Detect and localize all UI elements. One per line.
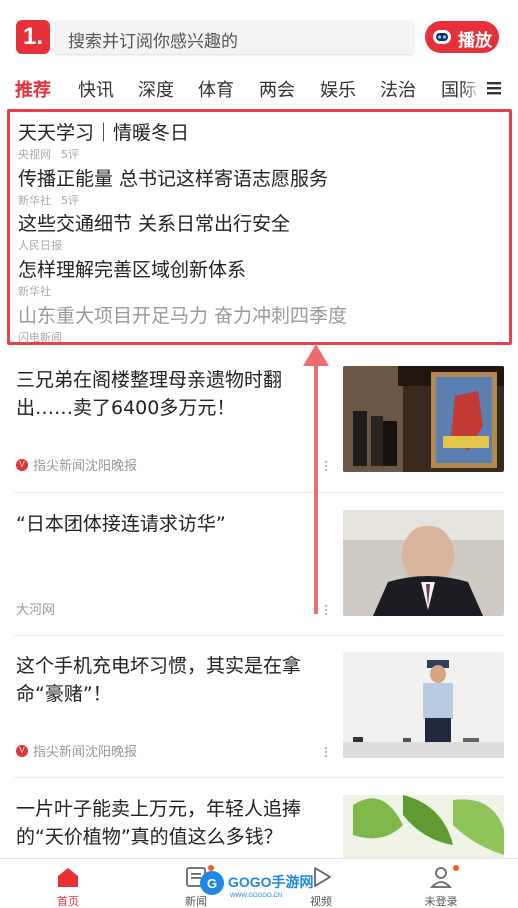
headline-title: 传播正能量 总书记这样寄语志愿服务 — [18, 168, 329, 190]
app-screen: 1. 搜索并订阅你感兴趣的 播放 推荐 快讯 深度 体育 两会 娱乐 法治 国际 — [0, 0, 518, 908]
headline-item[interactable]: 怎样理解完善区域创新体系 新华社 — [18, 255, 246, 299]
tab-flash[interactable]: 快讯 — [78, 76, 114, 102]
headline-meta: 闪电新闻 — [18, 329, 347, 345]
divider — [14, 777, 504, 778]
user-icon — [429, 867, 453, 888]
headline-item[interactable]: 天天学习｜情暖冬日 央视网 5评 — [18, 118, 189, 162]
nav-home-label: 首页 — [57, 895, 79, 908]
news-thumbnail[interactable] — [343, 652, 504, 758]
news-item[interactable]: “日本团体接连请求访华” 大河网 — [16, 510, 504, 630]
headline-meta: 央视网 5评 — [18, 146, 189, 162]
news-item[interactable]: 三兄弟在阁楼整理母亲遗物时翻出……卖了6400多万元！ V 指尖新闻沈阳晚报 — [16, 366, 504, 486]
home-icon — [58, 868, 78, 887]
verified-badge-icon: V — [16, 744, 28, 757]
headline-title: 这些交通细节 关系日常出行安全 — [18, 213, 291, 235]
annotation-arrow — [303, 344, 329, 614]
verified-badge-icon: V — [16, 458, 28, 471]
menu-icon[interactable] — [484, 77, 506, 99]
news-item[interactable]: 一片叶子能卖上万元，年轻人追捧的“天价植物”真的值这么多钱？ — [16, 795, 504, 858]
headline-source: 央视网 — [18, 148, 51, 161]
headline-item[interactable]: 山东重大项目开足马力 奋力冲刺四季度 闪电新闻 — [18, 301, 347, 345]
notification-dot — [453, 865, 459, 871]
headline-source: 人民日报 — [18, 239, 62, 252]
svg-text:GOGO手游网: GOGO手游网 — [228, 874, 314, 890]
tab-entertainment[interactable]: 娱乐 — [320, 76, 356, 102]
headline-meta: 人民日报 — [18, 237, 290, 253]
news-thumbnail[interactable] — [343, 795, 504, 858]
tab-recommend[interactable]: 推荐 — [15, 76, 51, 102]
svg-text:WWW.GOGGO.CN: WWW.GOGGO.CN — [230, 893, 282, 899]
news-title: 一片叶子能卖上万元，年轻人追捧的“天价植物”真的值这么多钱？ — [16, 798, 302, 848]
news-source-row: 大河网 — [16, 599, 55, 618]
headline-comments: 5评 — [61, 194, 79, 207]
tab-fade — [462, 68, 482, 108]
headline-title: 天天学习｜情暖冬日 — [18, 122, 190, 144]
tab-two-sessions[interactable]: 两会 — [259, 76, 295, 102]
headline-title: 怎样理解完善区域创新体系 — [18, 259, 247, 281]
channel-tabs: 推荐 快讯 深度 体育 两会 娱乐 法治 国际 — [0, 68, 518, 108]
headline-item[interactable]: 传播正能量 总书记这样寄语志愿服务 新华社 5评 — [18, 164, 328, 208]
headline-meta: 新华社 — [18, 283, 246, 299]
news-source: 指尖新闻沈阳晚报 — [33, 459, 138, 474]
tab-sports[interactable]: 体育 — [198, 76, 234, 102]
nav-profile[interactable]: 未登录 — [401, 859, 481, 908]
news-thumbnail[interactable] — [343, 366, 504, 472]
news-source-row: V 指尖新闻沈阳晚报 — [16, 455, 137, 474]
news-source: 指尖新闻沈阳晚报 — [33, 745, 138, 760]
app-logo[interactable]: 1. — [16, 20, 50, 54]
divider — [14, 635, 504, 636]
divider — [14, 492, 504, 493]
nav-profile-label: 未登录 — [424, 895, 458, 908]
play-button[interactable]: 播放 — [425, 21, 499, 53]
news-source: 大河网 — [16, 603, 56, 618]
news-title: 这个手机充电坏习惯，其实是在拿命“豪赌”！ — [16, 655, 302, 705]
headline-source: 新华社 — [18, 285, 51, 298]
svg-text:G: G — [207, 876, 217, 891]
play-label: 播放 — [458, 31, 492, 51]
search-input[interactable]: 搜索并订阅你感兴趣的 — [54, 20, 414, 54]
news-thumbnail[interactable] — [343, 510, 504, 616]
search-placeholder: 搜索并订阅你感兴趣的 — [68, 32, 238, 52]
news-item[interactable]: 这个手机充电坏习惯，其实是在拿命“豪赌”！ V 指尖新闻沈阳晚报 — [16, 652, 504, 772]
more-options-icon[interactable] — [324, 746, 328, 758]
headline-title: 山东重大项目开足马力 奋力冲刺四季度 — [18, 305, 348, 327]
robot-icon — [433, 30, 451, 44]
headline-comments: 5评 — [61, 148, 79, 161]
news-title: “日本团体接连请求访华” — [16, 513, 226, 535]
tab-depth[interactable]: 深度 — [138, 76, 174, 102]
headline-meta: 新华社 5评 — [18, 192, 328, 208]
top-header: 1. 搜索并订阅你感兴趣的 播放 — [0, 0, 518, 68]
tab-law[interactable]: 法治 — [380, 76, 416, 102]
news-title: 三兄弟在阁楼整理母亲遗物时翻出……卖了6400多万元！ — [16, 369, 283, 419]
headline-highlight-box: 天天学习｜情暖冬日 央视网 5评 传播正能量 总书记这样寄语志愿服务 新华社 5评 … — [7, 109, 512, 345]
site-watermark-logo: G GOGO手游网 WWW.GOGGO.CN — [200, 871, 314, 899]
news-source-row: V 指尖新闻沈阳晚报 — [16, 741, 137, 760]
headline-source: 闪电新闻 — [18, 331, 62, 344]
headline-source: 新华社 — [18, 194, 51, 207]
nav-home[interactable]: 首页 — [28, 859, 108, 908]
headline-item[interactable]: 这些交通细节 关系日常出行安全 人民日报 — [18, 209, 290, 253]
